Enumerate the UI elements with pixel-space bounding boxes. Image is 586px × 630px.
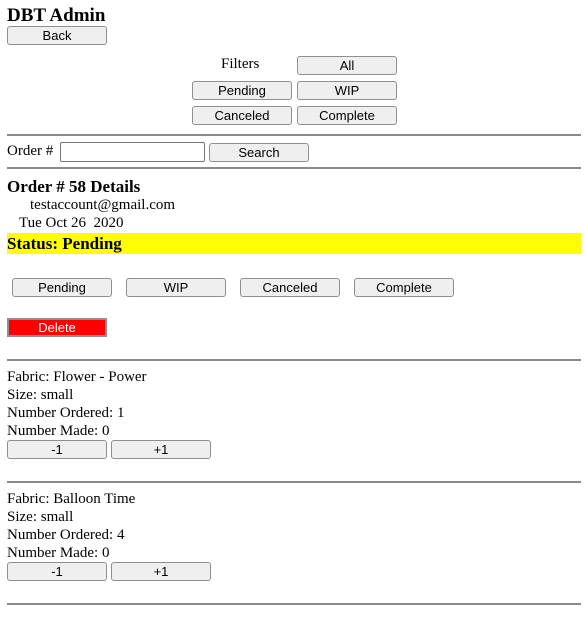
app-title: DBT Admin	[7, 5, 106, 26]
item-fabric: Fabric: Flower - Power	[7, 369, 147, 385]
search-button[interactable]: Search	[209, 143, 309, 162]
item-increment-button[interactable]: +1	[111, 440, 211, 459]
order-email: testaccount@gmail.com	[30, 197, 176, 213]
delete-order-button[interactable]: Delete	[7, 318, 107, 337]
item-decrement-button[interactable]: -1	[7, 562, 107, 581]
set-complete-button[interactable]: Complete	[354, 278, 454, 297]
item-number-made: Number Made: 0	[7, 423, 110, 439]
order-number-input[interactable]	[60, 142, 205, 162]
order-heading: Order # 58 Details	[7, 177, 141, 196]
filters-label: Filters	[221, 56, 260, 72]
divider	[7, 134, 581, 136]
back-button[interactable]: Back	[7, 26, 107, 45]
item-size: Size: small	[7, 509, 74, 525]
filter-all-button[interactable]: All	[297, 56, 397, 75]
item-size: Size: small	[7, 387, 74, 403]
divider	[7, 481, 581, 483]
filter-pending-button[interactable]: Pending	[192, 81, 292, 100]
item-number-ordered: Number Ordered: 4	[7, 527, 125, 543]
item-number-made: Number Made: 0	[7, 545, 110, 561]
order-date: Tue Oct 26 2020	[19, 215, 124, 231]
item-number-ordered: Number Ordered: 1	[7, 405, 125, 421]
filter-canceled-button[interactable]: Canceled	[192, 106, 292, 125]
item-fabric: Fabric: Balloon Time	[7, 491, 136, 507]
filter-wip-button[interactable]: WIP	[297, 81, 397, 100]
divider	[7, 167, 581, 169]
item-increment-button[interactable]: +1	[111, 562, 211, 581]
set-wip-button[interactable]: WIP	[126, 278, 226, 297]
set-pending-button[interactable]: Pending	[12, 278, 112, 297]
filter-complete-button[interactable]: Complete	[297, 106, 397, 125]
item-decrement-button[interactable]: -1	[7, 440, 107, 459]
order-number-label: Order #	[7, 143, 54, 159]
set-canceled-button[interactable]: Canceled	[240, 278, 340, 297]
divider	[7, 603, 581, 605]
order-status: Status: Pending	[7, 234, 122, 253]
divider	[7, 359, 581, 361]
